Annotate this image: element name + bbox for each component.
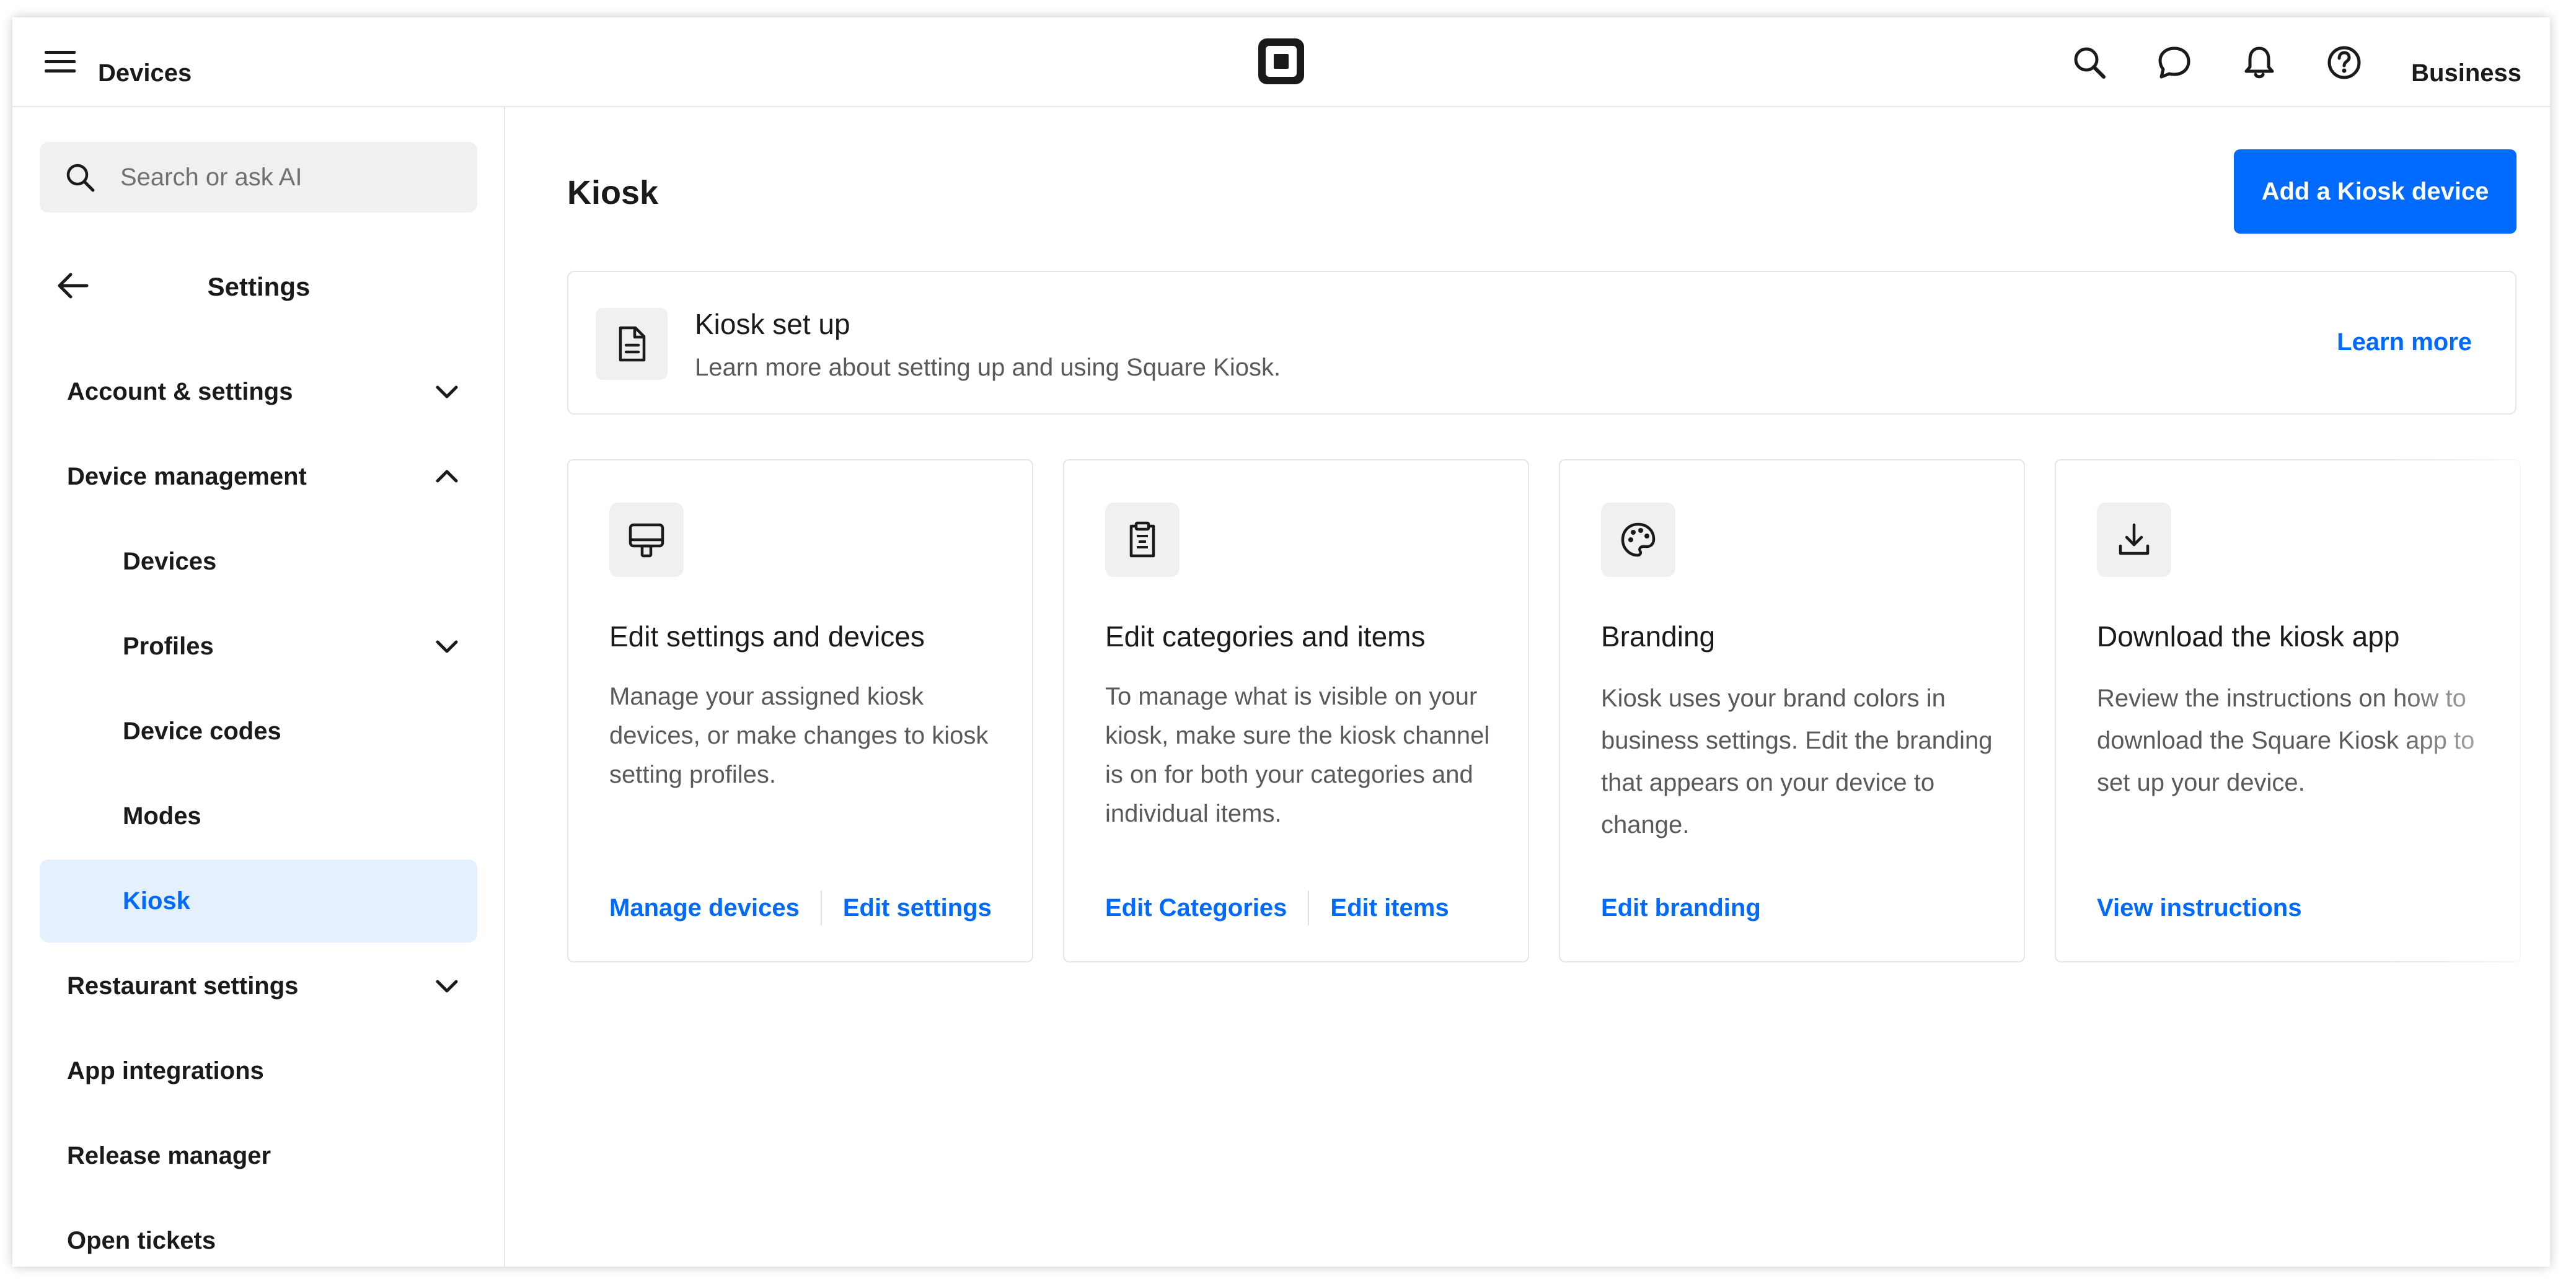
edit-categories-link[interactable]: Edit Categories xyxy=(1105,889,1287,926)
sidebar-item-label: Device codes xyxy=(123,717,281,745)
banner-icon-container xyxy=(596,308,668,380)
page-title: Kiosk xyxy=(567,174,659,211)
sidebar-item-label: App integrations xyxy=(67,1057,264,1084)
sidebar-item-account-settings[interactable]: Account & settings xyxy=(40,350,477,433)
sidebar-item-device-codes[interactable]: Device codes xyxy=(40,690,477,773)
sidebar-item-label: Account & settings xyxy=(67,377,293,405)
add-kiosk-device-button[interactable]: Add a Kiosk device xyxy=(2234,149,2516,234)
chevron-down-icon xyxy=(436,640,458,653)
card-links: View instructions xyxy=(2097,889,2301,926)
help-icon[interactable] xyxy=(2324,42,2365,83)
card-icon-container xyxy=(2097,503,2171,577)
account-name[interactable]: Business xyxy=(2411,58,2521,88)
chevron-down-icon xyxy=(436,385,458,398)
kiosk-setup-banner: Kiosk set up Learn more about setting up… xyxy=(567,271,2516,415)
sidebar-item-modes[interactable]: Modes xyxy=(40,775,477,858)
sidebar-search xyxy=(40,142,477,213)
chevron-down-icon xyxy=(436,980,458,993)
link-divider xyxy=(1308,890,1310,925)
edit-items-link[interactable]: Edit items xyxy=(1330,889,1449,926)
card-description: Kiosk uses your brand colors in business… xyxy=(1601,685,1993,838)
chevron-up-icon xyxy=(436,470,458,483)
card-icon-container xyxy=(609,503,684,577)
chat-icon[interactable] xyxy=(2154,42,2195,83)
sidebar-item-devices[interactable]: Devices xyxy=(40,520,477,603)
card-title: Edit categories and items xyxy=(1105,620,1426,653)
card-title: Download the kiosk app xyxy=(2097,620,2400,653)
sidebar-item-label: Profiles xyxy=(123,632,214,660)
card-branding: Branding Kiosk uses your brand colors in… xyxy=(1559,459,2025,962)
sidebar-item-label: Modes xyxy=(123,802,201,830)
bell-icon[interactable] xyxy=(2239,42,2280,83)
monitor-icon xyxy=(629,523,664,558)
clipboard-list-icon xyxy=(1129,521,1155,558)
square-logo-icon[interactable] xyxy=(1257,37,1305,86)
card-icon-container xyxy=(1105,503,1180,577)
card-description: To manage what is visible on your kiosk,… xyxy=(1105,683,1490,827)
sidebar-item-app-integrations[interactable]: App integrations xyxy=(40,1029,477,1112)
card-title: Edit settings and devices xyxy=(609,620,925,653)
sidebar-item-label: Kiosk xyxy=(123,887,190,915)
sidebar-item-restaurant-settings[interactable]: Restaurant settings xyxy=(40,944,477,1027)
banner-description: Learn more about setting up and using Sq… xyxy=(695,354,1281,381)
card-description: Review the instructions on how to downlo… xyxy=(2097,685,2475,796)
search-icon xyxy=(66,164,95,192)
document-icon xyxy=(619,326,646,362)
edit-branding-link[interactable]: Edit branding xyxy=(1601,889,1761,926)
card-icon-container xyxy=(1601,503,1675,577)
sidebar-item-label: Device management xyxy=(67,462,307,490)
learn-more-link[interactable]: Learn more xyxy=(2337,327,2472,358)
menu-icon[interactable] xyxy=(43,48,78,76)
sidebar-item-open-tickets[interactable]: Open tickets xyxy=(40,1199,477,1267)
card-edit-settings: Edit settings and devices Manage your as… xyxy=(567,459,1033,962)
manage-devices-link[interactable]: Manage devices xyxy=(609,889,800,926)
search-input[interactable] xyxy=(120,159,455,195)
app-window: Devices Business Search or ask AI Settin… xyxy=(12,17,2550,1267)
sidebar-item-device-management[interactable]: Device management xyxy=(40,435,477,518)
card-title: Branding xyxy=(1601,620,1716,653)
sidebar: Settings Account & settings Device manag… xyxy=(12,107,505,1267)
download-icon xyxy=(2119,523,2150,555)
palette-icon xyxy=(1621,522,1656,557)
edit-settings-link[interactable]: Edit settings xyxy=(843,889,992,926)
search-icon[interactable] xyxy=(2069,42,2110,83)
sidebar-item-release-manager[interactable]: Release manager xyxy=(40,1114,477,1197)
view-instructions-link[interactable]: View instructions xyxy=(2097,889,2301,926)
topbar-title: Devices xyxy=(98,59,192,87)
sidebar-item-profiles[interactable]: Profiles xyxy=(40,605,477,688)
settings-heading: Settings xyxy=(207,272,311,301)
card-edit-categories: Edit categories and items To manage what… xyxy=(1063,459,1529,962)
banner-title: Kiosk set up xyxy=(695,308,850,340)
card-links: Edit branding xyxy=(1601,889,1761,926)
card-description: Manage your assigned kiosk devices, or m… xyxy=(609,683,989,788)
sidebar-item-label: Devices xyxy=(123,547,217,575)
card-download-app: Download the kiosk app Review the instru… xyxy=(2055,459,2521,962)
card-links: Edit Categories Edit items xyxy=(1105,889,1449,926)
kiosk-cards: Edit settings and devices Manage your as… xyxy=(567,459,2550,967)
sidebar-item-kiosk[interactable]: Kiosk xyxy=(40,860,477,943)
sidebar-item-label: Restaurant settings xyxy=(67,972,299,1000)
sidebar-item-label: Open tickets xyxy=(67,1226,216,1254)
top-bar: Devices Business xyxy=(12,17,2550,107)
link-divider xyxy=(820,890,822,925)
main-content: Kiosk Add a Kiosk device Kiosk set up Le… xyxy=(506,107,2550,1267)
sidebar-item-label: Release manager xyxy=(67,1141,271,1169)
card-links: Manage devices Edit settings xyxy=(609,889,992,926)
